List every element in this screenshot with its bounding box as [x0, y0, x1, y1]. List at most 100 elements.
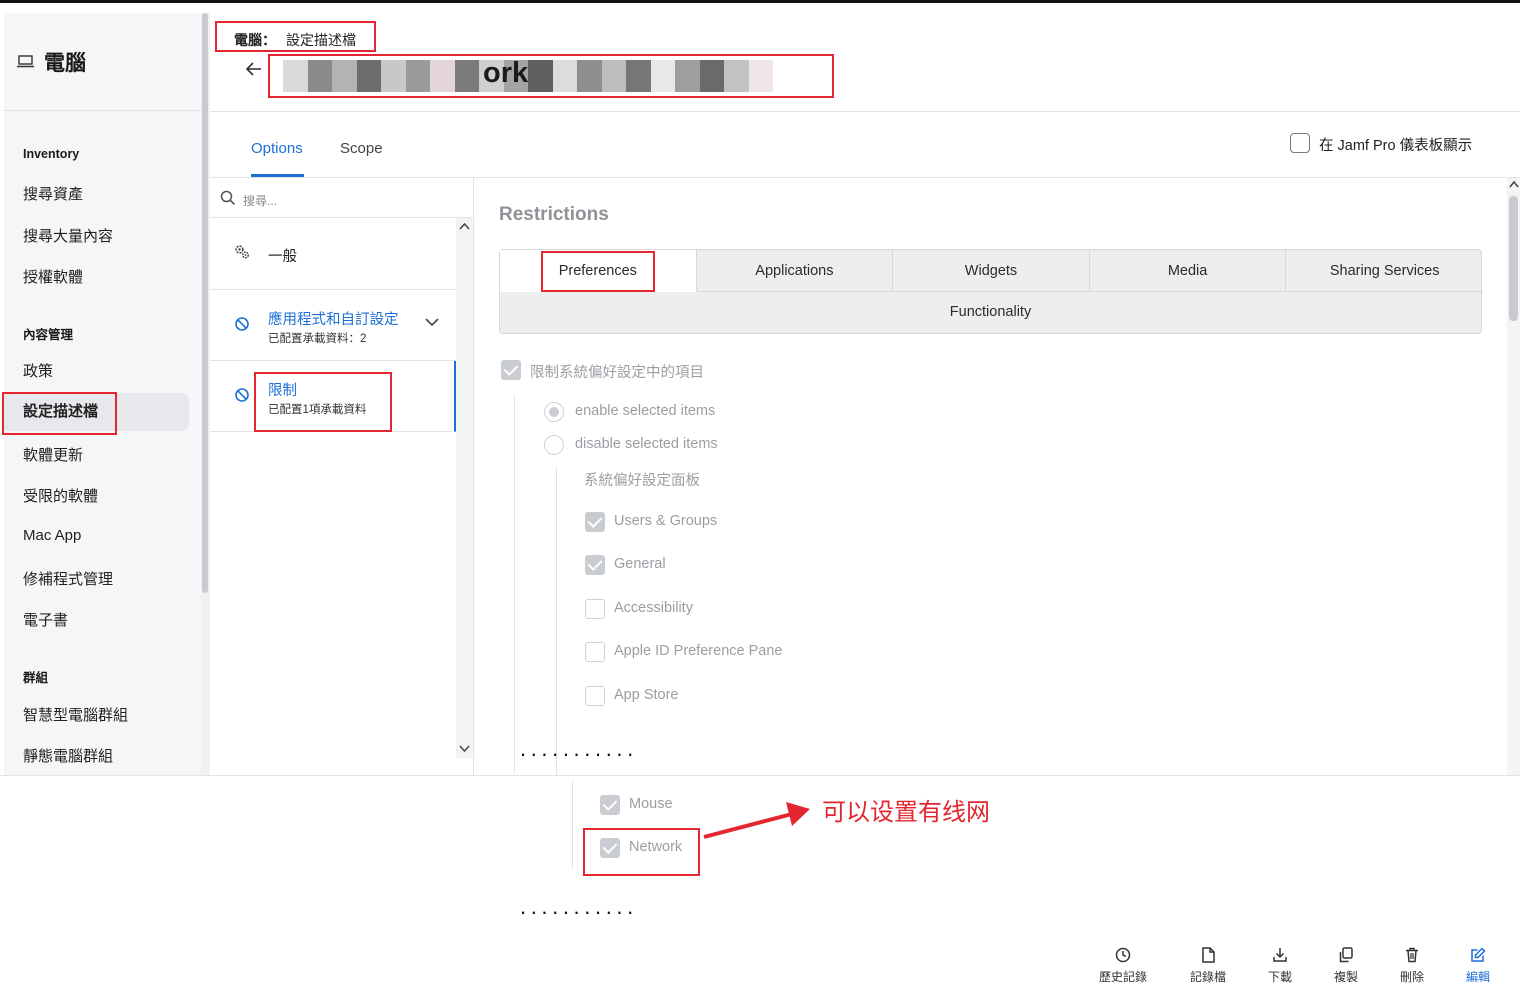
trash-icon [1406, 947, 1418, 963]
pane-label: Users & Groups [614, 513, 718, 529]
sidebar-item-restricted-software[interactable]: 受限的軟體 [23, 485, 98, 506]
subtab-functionality[interactable]: Functionality [500, 292, 1481, 333]
payload-search-input[interactable]: 搜尋... [243, 192, 277, 209]
pane-checkbox-network[interactable] [600, 838, 620, 858]
content-scrollbar[interactable] [1507, 178, 1520, 775]
sidebar-item-patch-management[interactable]: 修補程式管理 [23, 568, 113, 589]
breadcrumb-root[interactable]: 電腦： [234, 32, 276, 48]
sidebar-item-search-assets[interactable]: 搜尋資產 [23, 183, 83, 204]
top-border [0, 0, 1520, 3]
pane-checkbox-users-groups[interactable] [585, 512, 605, 532]
pane-checkbox-general[interactable] [585, 555, 605, 575]
chevron-down-icon[interactable] [425, 317, 439, 327]
page-title-suffix: ork [483, 57, 529, 89]
sidebar-item-smart-groups[interactable]: 智慧型電腦群組 [23, 704, 128, 725]
dashboard-checkbox[interactable] [1290, 133, 1310, 153]
restrictions-panel: Restrictions Preferences Applications Wi… [474, 178, 1507, 775]
subtab-widgets[interactable]: Widgets [893, 250, 1090, 292]
payload-item-general[interactable]: 一般 [210, 218, 456, 290]
chevron-up-icon[interactable] [459, 222, 470, 230]
download-label: 下載 [1267, 970, 1292, 984]
payload-list-scrollbar[interactable] [456, 218, 473, 758]
subtab-media[interactable]: Media [1089, 250, 1287, 292]
sidebar-title: 電腦 [44, 52, 86, 75]
chevron-up-icon[interactable] [1509, 180, 1519, 188]
breadcrumb: 電腦： 設定描述檔 [234, 30, 356, 50]
subtab-applications[interactable]: Applications [696, 250, 894, 292]
sidebar-item-policies[interactable]: 政策 [23, 360, 53, 381]
pane-checkbox-mouse[interactable] [600, 795, 620, 815]
sidebar-item-static-groups[interactable]: 靜態電腦群組 [23, 745, 113, 766]
clock-icon [1115, 947, 1131, 963]
annotation-text: 可以设置有线网 [822, 799, 990, 826]
delete-button[interactable]: 刪除 [1382, 946, 1442, 985]
arrow-left-icon[interactable] [245, 60, 263, 78]
disable-selected-radio[interactable] [544, 435, 564, 455]
logs-button[interactable]: 記錄檔 [1178, 946, 1238, 985]
clone-button[interactable]: 複製 [1316, 946, 1376, 985]
pane-label: Network [629, 839, 683, 855]
pane-checkbox-apple-id[interactable] [585, 642, 605, 662]
payload-item-subtitle: 已配置1項承載資料 [268, 404, 367, 416]
header-divider [210, 111, 1520, 112]
pane-checkbox-app-store[interactable] [585, 686, 605, 706]
indent-guide [514, 394, 515, 774]
enable-selected-label: enable selected items [575, 403, 716, 419]
screenshot-crop-divider [0, 775, 1520, 776]
sidebar: 電腦 Inventory 搜尋資產 搜尋大量內容 授權軟體 內容管理 政策 設定… [4, 13, 202, 775]
indent-guide [556, 466, 557, 775]
history-label: 歷史記錄 [1098, 970, 1147, 984]
clone-label: 複製 [1333, 970, 1358, 984]
sidebar-scrollbar[interactable] [201, 13, 210, 775]
chevron-down-icon[interactable] [459, 745, 470, 753]
sidebar-scroll-thumb[interactable] [202, 13, 208, 593]
content-scroll-thumb[interactable] [1509, 196, 1518, 321]
payload-item-label: 限制 [268, 383, 297, 399]
sidebar-item-licensed-software[interactable]: 授權軟體 [23, 266, 83, 287]
pane-checkbox-accessibility[interactable] [585, 599, 605, 619]
restricted-icon [235, 388, 249, 402]
history-button[interactable]: 歷史記錄 [1093, 946, 1153, 985]
search-icon [220, 190, 236, 206]
tab-scope[interactable]: Scope [340, 140, 383, 157]
payload-search[interactable]: 搜尋... [210, 178, 472, 218]
pane-label: Accessibility [614, 600, 693, 616]
restrict-prefs-checkbox[interactable] [501, 360, 521, 380]
edit-icon [1471, 947, 1486, 962]
payload-item-label: 一般 [268, 249, 297, 265]
download-button[interactable]: 下載 [1250, 946, 1310, 985]
pane-label: General [614, 556, 666, 572]
restrict-prefs-label: 限制系統偏好設定中的項目 [530, 365, 704, 381]
pane-label: Apple ID Preference Pane [614, 643, 783, 659]
section-title: Restrictions [499, 204, 609, 225]
payload-item-label: 應用程式和自訂設定 [268, 312, 399, 328]
ellipsis-top: ........... [520, 736, 638, 761]
subtab-sharing-services[interactable]: Sharing Services [1286, 250, 1483, 292]
sidebar-item-mac-apps[interactable]: Mac App [23, 527, 81, 544]
sidebar-section-content: 內容管理 [23, 328, 74, 342]
sidebar-header: 電腦 [4, 13, 202, 111]
ellipsis-bottom: ........... [520, 894, 638, 919]
restrictions-subtabs: Preferences Applications Widgets Media S… [499, 249, 1483, 334]
sidebar-item-software-updates[interactable]: 軟體更新 [23, 444, 83, 465]
pane-label: App Store [614, 687, 679, 703]
restricted-icon [235, 317, 249, 331]
subtab-preferences[interactable]: Preferences [500, 250, 697, 292]
tab-options[interactable]: Options [251, 140, 303, 157]
enable-selected-radio[interactable] [544, 402, 564, 422]
sidebar-item-config-profiles[interactable]: 設定描述檔 [4, 393, 189, 431]
sidebar-section-groups: 群組 [23, 671, 49, 685]
logs-label: 記錄檔 [1189, 970, 1226, 984]
sidebar-section-inventory: Inventory [23, 147, 80, 161]
gears-icon [235, 245, 250, 259]
sidebar-item-ebooks[interactable]: 電子書 [23, 609, 68, 630]
sidebar-item-search-volume[interactable]: 搜尋大量內容 [23, 225, 113, 246]
delete-label: 刪除 [1399, 970, 1424, 984]
edit-button[interactable]: 編輯 [1448, 946, 1508, 985]
laptop-icon [17, 55, 34, 68]
breadcrumb-current: 設定描述檔 [286, 32, 356, 48]
payload-item-apps-custom-settings[interactable]: 應用程式和自訂設定 已配置承載資料：2 [210, 290, 456, 361]
copy-icon [1339, 947, 1353, 963]
disable-selected-label: disable selected items [575, 436, 718, 452]
payload-item-restrictions[interactable]: 限制 已配置1項承載資料 [210, 361, 456, 432]
